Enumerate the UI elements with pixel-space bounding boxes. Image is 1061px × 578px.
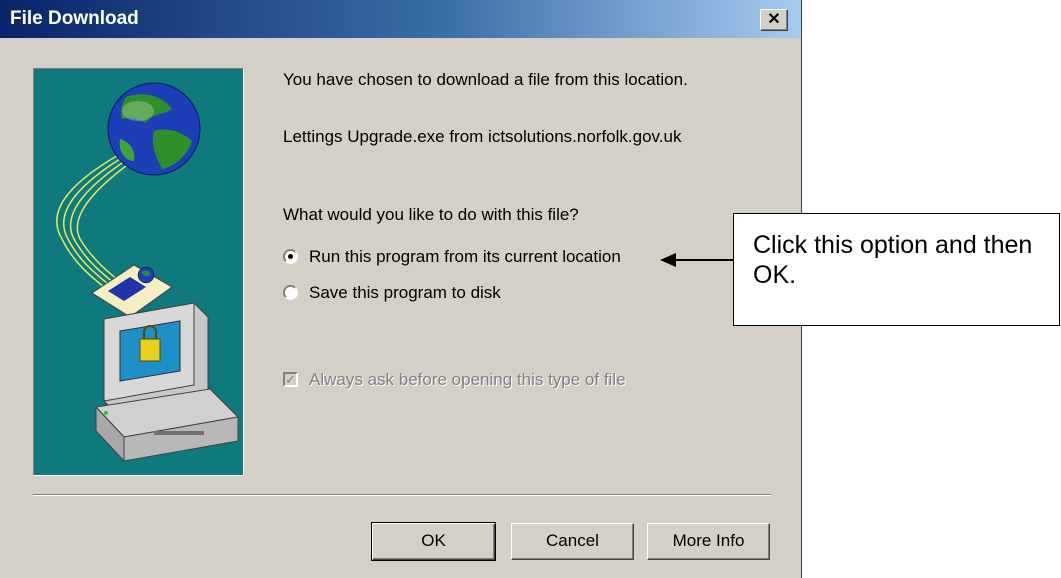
always-ask-label: Always ask before opening this type of f… bbox=[309, 370, 626, 389]
computer-lock-icon bbox=[94, 302, 240, 463]
instruction-callout: Click this option and then OK. bbox=[733, 213, 1060, 326]
globe-icon bbox=[107, 82, 201, 176]
intro-text: You have chosen to download a file from … bbox=[283, 70, 688, 89]
more-info-button[interactable]: More Info bbox=[647, 523, 770, 560]
separator-line bbox=[33, 494, 771, 496]
radio-button-selected[interactable] bbox=[283, 249, 298, 264]
cancel-button[interactable]: Cancel bbox=[511, 523, 634, 560]
file-download-dialog: File Download ✕ You have chosen to downl… bbox=[0, 0, 802, 578]
always-ask-checkbox: ✓ bbox=[283, 372, 298, 387]
close-icon: ✕ bbox=[767, 11, 781, 28]
callout-text: Click this option and then OK. bbox=[753, 231, 1033, 289]
callout-arrow bbox=[660, 253, 734, 267]
ok-button[interactable]: OK bbox=[371, 522, 496, 561]
option-run-label[interactable]: Run this program from its current locati… bbox=[309, 247, 621, 267]
file-location-text: Lettings Upgrade.exe from ictsolutions.n… bbox=[283, 127, 682, 146]
window-title: File Download bbox=[10, 8, 139, 29]
download-illustration bbox=[33, 68, 244, 476]
title-bar[interactable]: File Download ✕ bbox=[0, 0, 801, 38]
radio-button-unselected[interactable] bbox=[283, 285, 298, 300]
option-save-label[interactable]: Save this program to disk bbox=[309, 283, 501, 303]
question-text: What would you like to do with this file… bbox=[283, 205, 579, 224]
close-button[interactable]: ✕ bbox=[760, 9, 788, 31]
